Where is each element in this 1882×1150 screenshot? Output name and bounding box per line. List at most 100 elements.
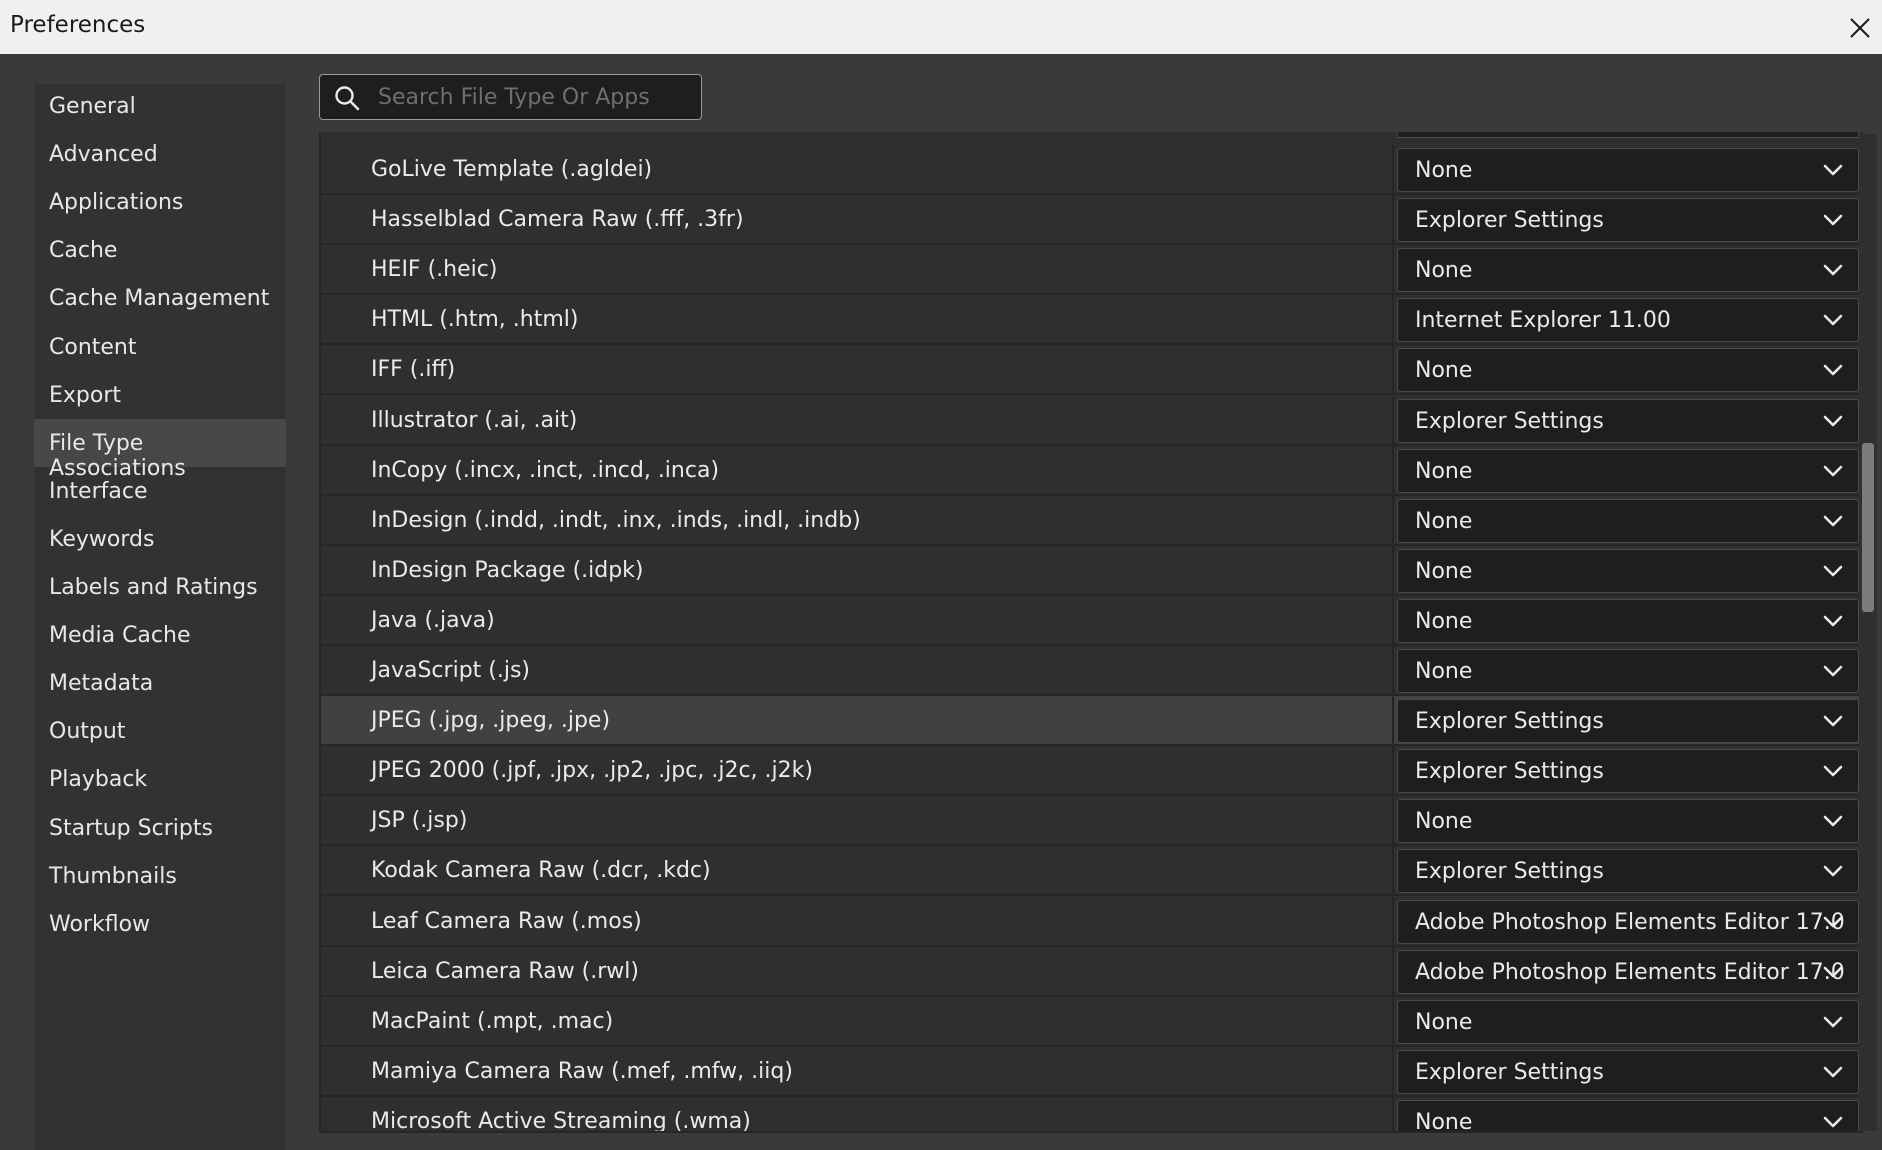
chevron-down-icon [1822, 262, 1844, 278]
sidebar-item-label: Metadata [49, 671, 154, 697]
app-dropdown[interactable]: Explorer Settings [1397, 749, 1859, 794]
column-divider [1392, 595, 1394, 646]
sidebar-item-applications[interactable]: Applications [34, 178, 286, 226]
table-row: InDesign (.indd, .indt, .inx, .inds, .in… [321, 495, 1863, 546]
search-input[interactable] [376, 75, 690, 120]
chevron-down-icon [1822, 212, 1844, 228]
app-dropdown[interactable]: Explorer Settings [1397, 1049, 1859, 1094]
app-dropdown[interactable]: None [1397, 498, 1859, 543]
app-dropdown-value: None [1415, 809, 1473, 835]
app-dropdown[interactable]: None [1397, 348, 1859, 393]
sidebar-item-labels-and-ratings[interactable]: Labels and Ratings [34, 563, 286, 611]
partial-dropdown [1397, 132, 1859, 138]
chevron-down-icon [1822, 613, 1844, 629]
table-row: JPEG (.jpg, .jpeg, .jpe) Explorer Setting… [321, 696, 1863, 747]
sidebar-item-label: Interface [49, 478, 148, 504]
app-dropdown-value: None [1415, 158, 1473, 183]
app-dropdown[interactable]: None [1397, 999, 1859, 1044]
sidebar-item-advanced[interactable]: Advanced [34, 130, 286, 178]
preferences-window: Preferences General Advanced Applications C… [0, 0, 1882, 1150]
column-divider [1392, 646, 1394, 696]
sidebar-item-general[interactable]: General [34, 82, 286, 130]
app-dropdown[interactable]: None [1397, 1099, 1859, 1133]
app-dropdown[interactable]: Internet Explorer 11.00 [1397, 298, 1859, 343]
window-title: Preferences [10, 12, 146, 38]
search-box [319, 74, 702, 120]
chevron-down-icon [1822, 964, 1844, 980]
sidebar-item-cache-management[interactable]: Cache Management [34, 274, 286, 322]
sidebar-item-thumbnails[interactable]: Thumbnails [34, 852, 286, 900]
app-dropdown-value: Explorer Settings [1415, 709, 1604, 735]
app-dropdown-value: None [1415, 358, 1473, 384]
sidebar-item-content[interactable]: Content [34, 323, 286, 371]
sidebar-item-media-cache[interactable]: Media Cache [34, 611, 286, 659]
sidebar-item-output[interactable]: Output [34, 707, 286, 755]
app-dropdown[interactable]: None [1397, 548, 1859, 593]
sidebar-item-label: Output [49, 719, 126, 745]
scrollbar[interactable] [1859, 134, 1877, 1131]
chevron-down-icon [1822, 1114, 1844, 1130]
sidebar-item-workflow[interactable]: Workflow [34, 900, 286, 948]
app-dropdown[interactable]: Adobe Photoshop Elements Editor 17.0 [1397, 899, 1859, 944]
sidebar-item-label: Content [49, 334, 137, 360]
app-dropdown[interactable]: None [1397, 448, 1859, 493]
column-divider [1392, 295, 1394, 346]
file-type-name: Illustrator (.ai, .ait) [371, 407, 578, 433]
column-divider [1392, 696, 1394, 747]
app-dropdown[interactable]: Explorer Settings [1397, 198, 1859, 243]
app-dropdown[interactable]: None [1397, 649, 1859, 693]
sidebar-item-label: Thumbnails [49, 863, 177, 889]
chevron-down-icon [1822, 463, 1844, 479]
chevron-down-icon [1822, 162, 1844, 178]
app-dropdown[interactable]: None [1397, 598, 1859, 643]
file-type-name: JavaScript (.js) [371, 658, 531, 683]
app-dropdown-value: None [1415, 1109, 1473, 1133]
app-dropdown-value: None [1415, 458, 1473, 484]
close-icon[interactable] [1842, 10, 1876, 44]
app-dropdown[interactable]: None [1397, 148, 1859, 192]
table-row: JSP (.jsp) None [321, 796, 1863, 847]
sidebar-item-export[interactable]: Export [34, 371, 286, 419]
app-dropdown-value: None [1415, 608, 1473, 634]
table-row: Leica Camera Raw (.rwl) Adobe Photoshop E… [321, 946, 1863, 997]
chevron-down-icon [1822, 914, 1844, 930]
app-dropdown[interactable]: Adobe Photoshop Elements Editor 17.0 [1397, 949, 1859, 994]
app-dropdown[interactable]: Explorer Settings [1397, 398, 1859, 443]
search-icon[interactable] [334, 85, 360, 111]
sidebar-item-metadata[interactable]: Metadata [34, 659, 286, 707]
chevron-down-icon [1822, 763, 1844, 779]
sidebar-item-interface[interactable]: Interface [34, 467, 286, 515]
scrollbar-thumb[interactable] [1862, 443, 1874, 612]
sidebar-item-keywords[interactable]: Keywords [34, 515, 286, 563]
sidebar-item-cache[interactable]: Cache [34, 226, 286, 274]
app-dropdown[interactable]: None [1397, 799, 1859, 844]
file-type-name: HEIF (.heic) [371, 257, 498, 283]
sidebar-item-file-type-associations[interactable]: File Type Associations [34, 418, 286, 481]
table-row: Illustrator (.ai, .ait) Explorer Settings [321, 395, 1863, 446]
app-dropdown-value: Explorer Settings [1415, 1059, 1604, 1085]
table-row: JavaScript (.js) None [321, 646, 1863, 696]
app-dropdown-value: None [1415, 508, 1473, 534]
column-divider [1392, 1046, 1394, 1097]
file-type-name: JSP (.jsp) [371, 808, 468, 834]
sidebar: General Advanced Applications Cache Cache Ma… [34, 84, 286, 1150]
app-dropdown[interactable]: None [1397, 248, 1859, 293]
sidebar-item-startup-scripts[interactable]: Startup Scripts [34, 804, 286, 852]
file-type-name: MacPaint (.mpt, .mac) [371, 1008, 614, 1034]
app-dropdown-value: Adobe Photoshop Elements Editor 17.0 [1415, 909, 1845, 935]
file-type-name: JPEG 2000 (.jpf, .jpx, .jp2, .jpc, .j2c,… [371, 758, 813, 784]
table-row: Mamiya Camera Raw (.mef, .mfw, .iiq) Expl… [321, 1046, 1863, 1097]
file-type-name: JPEG (.jpg, .jpeg, .jpe) [371, 708, 611, 734]
column-divider [1392, 145, 1394, 195]
app-dropdown[interactable]: Explorer Settings [1397, 699, 1859, 744]
app-dropdown-value: None [1415, 258, 1473, 284]
sidebar-item-label: Media Cache [49, 623, 191, 649]
app-dropdown[interactable]: Explorer Settings [1397, 849, 1859, 894]
sidebar-item-label: Export [49, 382, 122, 408]
app-dropdown-value: None [1415, 558, 1473, 584]
chevron-down-icon [1822, 863, 1844, 879]
file-type-name: IFF (.iff) [371, 357, 456, 383]
sidebar-item-playback[interactable]: Playback [34, 755, 286, 803]
file-type-name: InCopy (.incx, .inct, .incd, .inca) [371, 457, 720, 483]
sidebar-item-label: Startup Scripts [49, 815, 213, 841]
